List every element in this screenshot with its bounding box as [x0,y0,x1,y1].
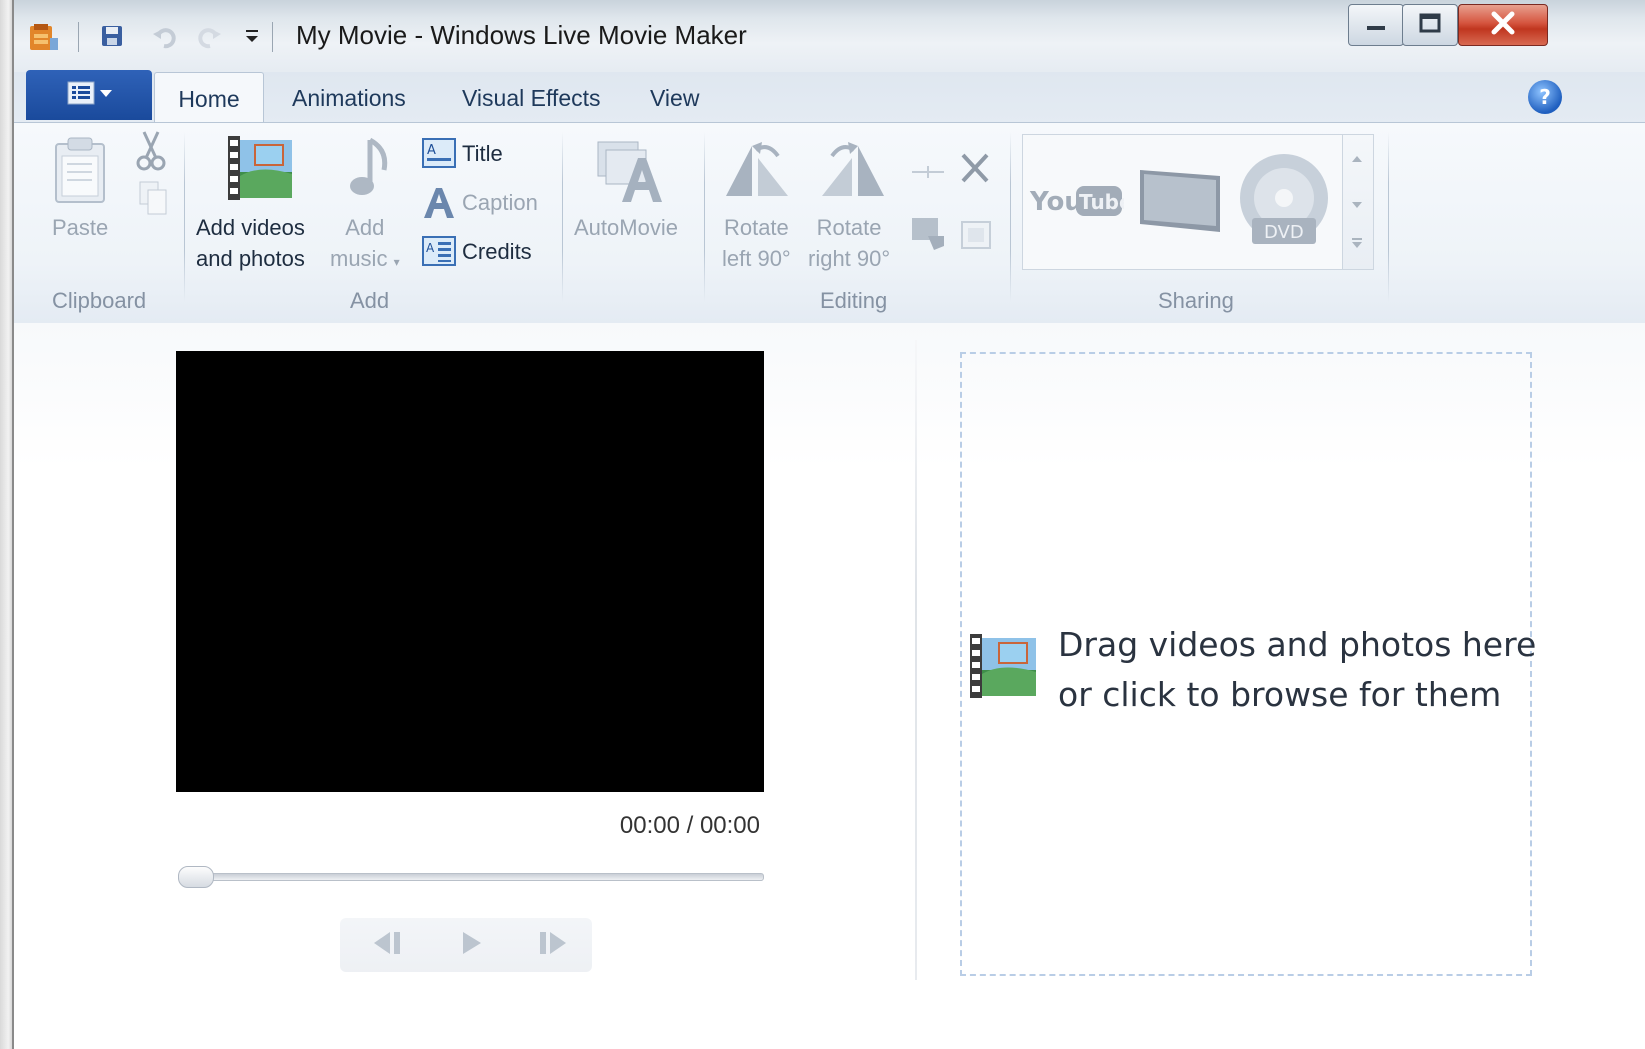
rotate-left-line1: Rotate [723,215,789,240]
close-button[interactable] [1458,4,1548,46]
window-title: My Movie - Windows Live Movie Maker [296,20,747,50]
file-menu-button[interactable] [26,70,152,120]
storyboard-hint[interactable]: Drag videos and photos here or click to … [1058,620,1536,720]
trim-icon[interactable] [960,220,992,250]
film-photo-icon [968,632,1038,700]
previous-frame-icon [366,928,406,962]
rotate-right-line2: right 90° [808,246,891,271]
group-label-editing: Editing [820,288,888,313]
rotate-right-label[interactable]: Rotate right 90° [808,212,890,274]
youtube-text-you: You [1029,187,1083,217]
close-icon [1489,10,1517,40]
previous-frame-button[interactable] [356,926,416,964]
pane-splitter[interactable] [915,340,917,980]
add-videos-line2: and photos [196,246,305,271]
toolbar-separator [272,22,273,52]
svg-text:A: A [427,143,436,158]
toolbar-separator [78,22,79,52]
add-videos-label[interactable]: Add videos and photos [196,212,305,274]
remove-icon[interactable] [958,150,992,186]
maximize-icon [1418,12,1442,38]
minimize-button[interactable] [1348,4,1404,46]
redo-icon[interactable] [194,22,224,52]
film-photo-icon[interactable] [226,134,294,204]
rotate-left-line2: left 90° [722,246,791,271]
paste-button-label[interactable]: Paste [52,212,108,243]
youtube-text-tube: Tube [1079,190,1124,214]
tab-view[interactable]: View [650,72,699,124]
undo-icon[interactable] [150,22,180,52]
next-frame-icon [534,928,574,962]
credits-icon[interactable]: A [422,236,456,266]
group-separator [1388,132,1389,302]
copy-icon[interactable] [138,180,168,216]
dvd-text: DVD [1264,222,1304,243]
automovie-icon[interactable] [596,136,668,206]
menu-icon [54,78,124,112]
tab-visual-effects[interactable]: Visual Effects [462,72,601,124]
select-all-icon[interactable] [910,214,948,252]
video-preview[interactable] [176,351,764,792]
scissors-icon[interactable] [136,130,166,172]
play-icon [455,928,485,962]
add-music-line2: music ▾ [330,243,400,278]
customize-dropdown-icon[interactable] [242,24,262,48]
group-label-clipboard: Clipboard [52,288,147,313]
desktop-edge [0,0,14,1049]
time-readout: 00:00 / 00:00 [619,812,760,839]
add-music-label[interactable]: Add music ▾ [330,212,400,278]
next-frame-button[interactable] [524,926,584,964]
save-icon[interactable] [98,22,126,50]
scroll-up-icon[interactable] [1350,149,1364,168]
seek-thumb[interactable] [178,866,214,888]
group-separator [184,132,185,302]
seek-bar[interactable] [178,873,764,881]
youtube-icon[interactable]: YouTube [1028,176,1133,224]
storyboard-hint-line1: Drag videos and photos here [1058,625,1537,664]
title-bar[interactable]: My Movie - Windows Live Movie Maker [14,0,1645,72]
group-label-add: Add [350,288,390,313]
svg-text:A: A [426,241,435,255]
music-note-icon[interactable] [344,136,396,202]
group-separator [704,132,705,302]
rotate-right-line1: Rotate [816,215,882,240]
paste-icon[interactable] [52,136,110,206]
rotate-left-label[interactable]: Rotate left 90° [722,212,791,274]
tab-home[interactable]: Home [154,72,264,125]
rotate-left-icon[interactable] [722,138,792,200]
caption-icon[interactable] [420,186,456,220]
maximize-button[interactable] [1402,4,1458,46]
scroll-down-icon[interactable] [1350,195,1364,214]
dvd-icon[interactable]: DVD [1238,152,1330,248]
tab-animations[interactable]: Animations [292,72,406,124]
minimize-icon [1365,16,1387,35]
add-videos-line1: Add videos [196,215,305,240]
tv-icon[interactable] [1136,162,1226,244]
gallery-more-icon[interactable] [1350,235,1364,254]
rotate-right-icon[interactable] [818,138,888,200]
split-icon[interactable] [910,160,946,184]
caption-button-label[interactable]: Caption [462,187,538,218]
add-music-text: music [330,246,388,271]
add-music-line1: Add [345,215,385,240]
title-icon[interactable]: A [422,138,456,168]
title-button-label[interactable]: Title [462,138,503,169]
chevron-down-icon: ▾ [393,255,400,269]
group-separator [1010,132,1011,302]
help-icon[interactable]: ? [1528,80,1562,114]
group-label-sharing: Sharing [1158,288,1234,313]
gallery-scrollbar[interactable] [1342,134,1374,270]
play-button[interactable] [440,926,500,964]
group-separator [562,132,563,302]
automovie-label[interactable]: AutoMovie [574,212,678,243]
credits-button-label[interactable]: Credits [462,236,532,267]
storyboard-hint-line2: or click to browse for them [1058,675,1502,714]
app-icon[interactable] [26,20,60,54]
